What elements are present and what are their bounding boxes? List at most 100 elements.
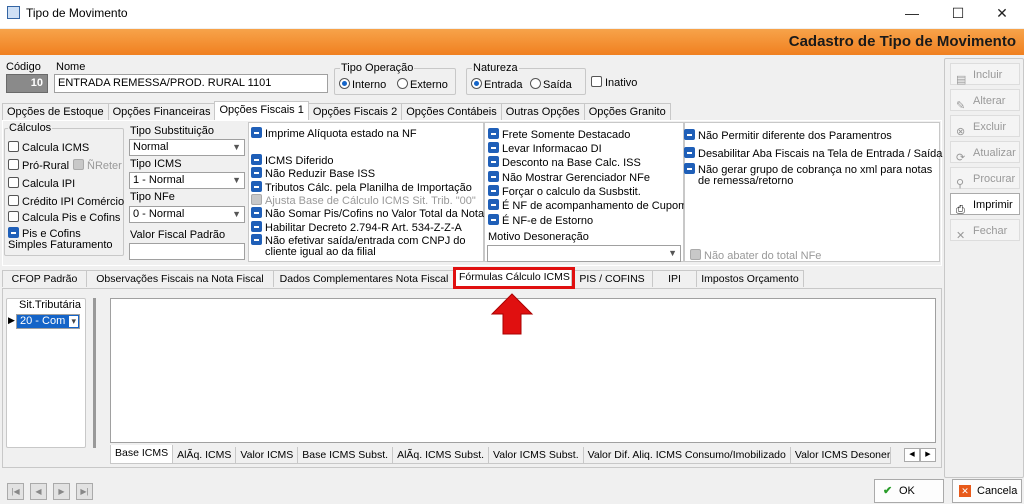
col3-option-6[interactable]: Habilitar Decreto 2.794-R Art. 534-Z-Z-A <box>251 221 462 235</box>
tab-top-2[interactable]: Opções Fiscais 1 <box>214 101 309 120</box>
checkbox-box[interactable] <box>251 154 262 165</box>
col3-option-0[interactable]: Imprime Alíquota estado na NF <box>251 127 417 141</box>
pis-cofins-simples-checkbox[interactable]: Pis e Cofins Simples Faturamento <box>8 227 122 251</box>
tab-bot-3[interactable]: Base ICMS Subst. <box>297 447 394 464</box>
checkbox-box[interactable] <box>251 194 262 205</box>
checkbox-box[interactable] <box>684 163 695 174</box>
col3-option-1[interactable]: ICMS Diferido <box>251 154 333 168</box>
valor-fiscal-padrao-field[interactable] <box>129 243 245 260</box>
col4-option-0[interactable]: Frete Somente Destacado <box>488 128 630 142</box>
checkbox-box[interactable] <box>690 249 701 260</box>
tipo-icms-select[interactable]: 1 - Normal ▼ <box>129 172 245 189</box>
checkbox-box[interactable] <box>488 185 499 196</box>
col3-option-7[interactable]: Não efetivar saída/entrada com CNPJ do c… <box>251 234 481 258</box>
checkbox-box[interactable] <box>8 177 19 188</box>
tab-bot-7[interactable]: Valor ICMS Desonerac <box>789 447 891 464</box>
side-button-incluir[interactable]: ▤ Incluir <box>950 63 1020 86</box>
radio-dot[interactable] <box>339 78 350 89</box>
splitter[interactable] <box>93 298 96 448</box>
tab-bot-2[interactable]: Valor ICMS <box>235 447 299 464</box>
codigo-field[interactable]: 10 <box>6 74 48 93</box>
col3-option-2[interactable]: Não Reduzir Base ISS <box>251 167 375 181</box>
checkbox-box[interactable] <box>8 195 19 206</box>
credito-ipi-checkbox[interactable]: Crédito IPI Comércio <box>8 195 124 209</box>
calcula-icms-checkbox[interactable]: Calcula ICMS <box>8 141 89 155</box>
tab-bot-0[interactable]: Base ICMS <box>110 445 174 464</box>
tab-mid-5[interactable]: IPI <box>652 270 697 287</box>
col3-option-3[interactable]: Tributos Cálc. pela Planilha de Importaç… <box>251 181 472 195</box>
checkbox-box[interactable] <box>251 167 262 178</box>
col5-option-0[interactable]: Não Permitir diferente dos Paramentros <box>684 129 892 143</box>
col3-option-4[interactable]: Ajusta Base de Cálculo ICMS Sit. Trib. "… <box>251 194 476 208</box>
tab-top-6[interactable]: Opções Granito <box>583 103 671 120</box>
checkbox-box[interactable] <box>8 227 19 238</box>
radio-dot[interactable] <box>397 78 408 89</box>
checkbox-box[interactable] <box>8 141 19 152</box>
tab-bot-5[interactable]: Valor ICMS Subst. <box>488 447 584 464</box>
motivo-desoneracao-select[interactable]: ▼ <box>487 245 681 262</box>
side-button-excluir[interactable]: ⊗ Excluir <box>950 115 1020 138</box>
next-record-icon[interactable]: ▶ <box>53 483 70 500</box>
tab-top-3[interactable]: Opções Fiscais 2 <box>307 103 403 120</box>
checkbox-box[interactable] <box>488 142 499 153</box>
checkbox-box[interactable] <box>488 171 499 182</box>
scroll-right-icon[interactable]: ▶ <box>920 448 936 462</box>
checkbox-box[interactable] <box>8 211 19 222</box>
radio-dot[interactable] <box>530 78 541 89</box>
radio-entrada[interactable]: Entrada <box>471 78 523 92</box>
checkbox-box[interactable] <box>251 181 262 192</box>
checkbox-box[interactable] <box>488 199 499 210</box>
tab-top-0[interactable]: Opções de Estoque <box>2 103 109 120</box>
tab-bot-1[interactable]: AlÃ­q. ICMS <box>172 447 237 464</box>
checkbox-box[interactable] <box>488 128 499 139</box>
close-button[interactable]: ✕ <box>980 2 1024 24</box>
tipo-nfe-select[interactable]: 0 - Normal ▼ <box>129 206 245 223</box>
radio-externo[interactable]: Externo <box>397 78 448 92</box>
col3-option-5[interactable]: Não Somar Pis/Cofins no Valor Total da N… <box>251 207 484 221</box>
tab-top-5[interactable]: Outras Opções <box>500 103 585 120</box>
tab-top-4[interactable]: Opções Contábeis <box>401 103 502 120</box>
calcula-pis-cofins-checkbox[interactable]: Calcula Pis e Cofins <box>8 211 120 225</box>
side-button-atualizar[interactable]: ⟳ Atualizar <box>950 141 1020 164</box>
tab-top-1[interactable]: Opções Financeiras <box>107 103 216 120</box>
tab-bot-4[interactable]: AlÃ­q. ICMS Subst. <box>392 447 490 464</box>
tab-mid-6[interactable]: Impostos Orçamento <box>696 270 804 287</box>
col4-option-5[interactable]: É NF de acompanhamento de Cupom <box>488 199 687 213</box>
col5-option-2[interactable]: Não gerar grupo de cobrança no xml para … <box>684 163 938 187</box>
minimize-button[interactable]: — <box>890 2 934 24</box>
ok-button[interactable]: ✔ OK <box>874 479 944 503</box>
checkbox-box[interactable] <box>251 221 262 232</box>
checkbox-box[interactable] <box>591 76 602 87</box>
radio-interno[interactable]: Interno <box>339 78 386 92</box>
col5-option-1[interactable]: Desabilitar Aba Fiscais na Tela de Entra… <box>684 147 942 161</box>
inativo-checkbox[interactable]: Inativo <box>591 76 637 90</box>
first-record-icon[interactable]: |◀ <box>7 483 24 500</box>
tab-bot-6[interactable]: Valor Dif. Aliq. ICMS Consumo/Imobilizad… <box>582 447 791 464</box>
calcula-ipi-checkbox[interactable]: Calcula IPI <box>8 177 75 191</box>
checkbox-box[interactable] <box>684 129 695 140</box>
cancel-button[interactable]: ✕ Cancela <box>952 479 1022 503</box>
last-record-icon[interactable]: ▶| <box>76 483 93 500</box>
tab-mid-0[interactable]: CFOP Padrão <box>2 270 87 287</box>
nreter-checkbox[interactable]: ÑReter <box>73 159 122 173</box>
col4-option-4[interactable]: Forçar o calculo da Susbstit. <box>488 185 641 199</box>
checkbox-box[interactable] <box>488 156 499 167</box>
side-button-imprimir[interactable]: ⎙ Imprimir <box>950 193 1020 216</box>
radio-dot[interactable] <box>471 78 482 89</box>
side-button-procurar[interactable]: ⚲ Procurar <box>950 167 1020 190</box>
sit-tributaria-select[interactable]: 20 - Com ▾ <box>16 314 80 329</box>
col4-option-6[interactable]: É NF-e de Estorno <box>488 214 593 228</box>
maximize-button[interactable]: ☐ <box>936 2 980 24</box>
checkbox-box[interactable] <box>73 159 84 170</box>
side-button-fechar[interactable]: ✕ Fechar <box>950 219 1020 242</box>
checkbox-box[interactable] <box>251 207 262 218</box>
nao-abater-checkbox[interactable]: Não abater do total NFe <box>690 249 821 263</box>
tipo-substituicao-select[interactable]: Normal ▼ <box>129 139 245 156</box>
col4-option-2[interactable]: Desconto na Base Calc. ISS <box>488 156 641 170</box>
pro-rural-checkbox[interactable]: Pró-Rural <box>8 159 69 173</box>
prev-record-icon[interactable]: ◀ <box>30 483 47 500</box>
tab-mid-1[interactable]: Observações Fiscais na Nota Fiscal <box>86 270 274 287</box>
side-button-alterar[interactable]: ✎ Alterar <box>950 89 1020 112</box>
radio-saida[interactable]: Saída <box>530 78 572 92</box>
nome-field[interactable]: ENTRADA REMESSA/PROD. RURAL 1101 <box>54 74 328 93</box>
